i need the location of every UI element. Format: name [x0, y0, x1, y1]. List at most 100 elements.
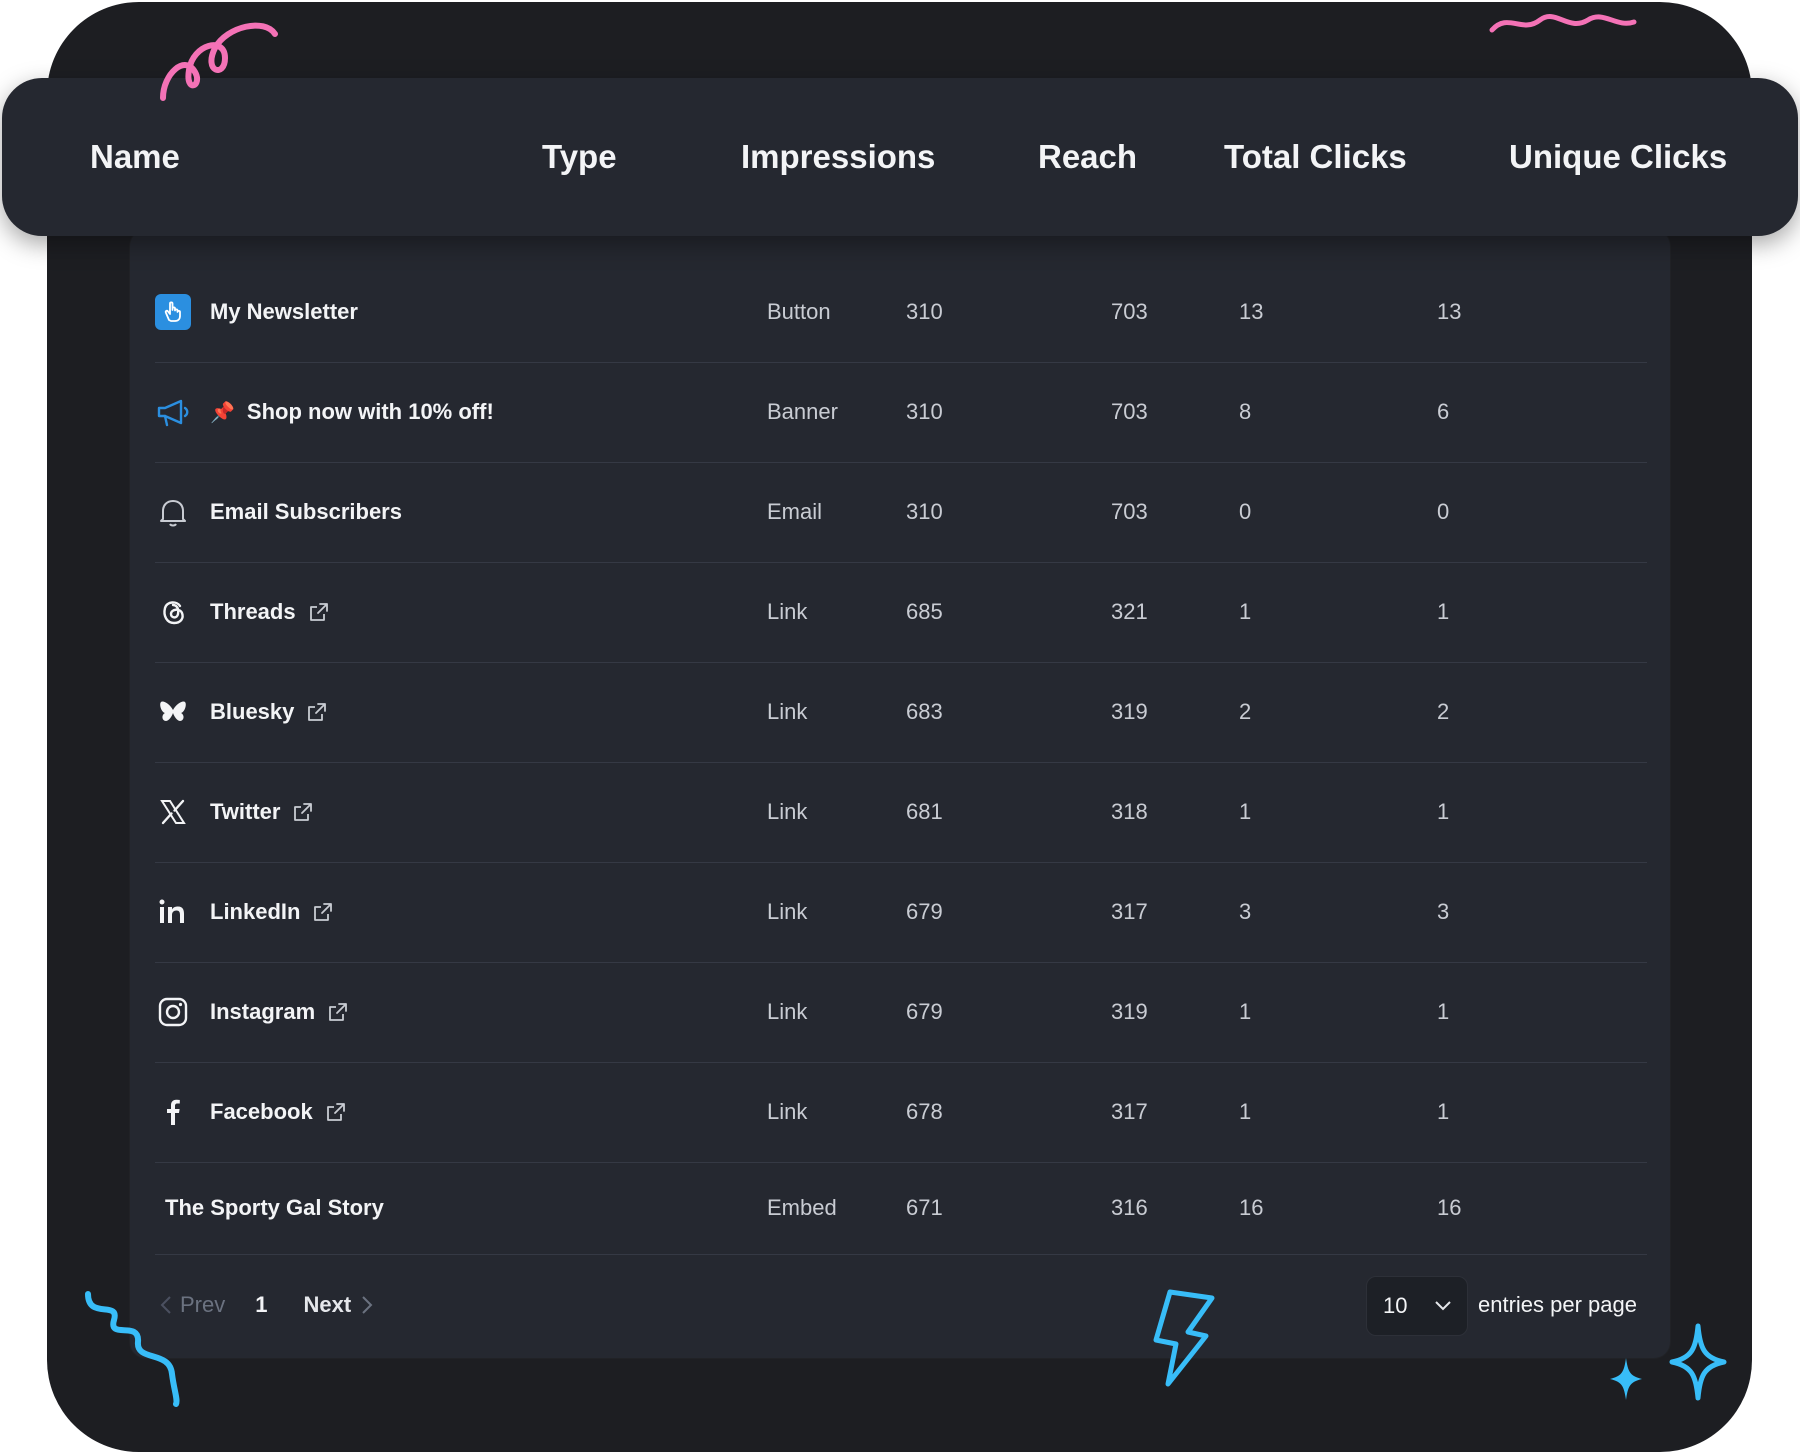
table-row[interactable]: LinkedIn Link 679 317 3 3 — [155, 862, 1647, 963]
row-unique-clicks: 2 — [1437, 699, 1450, 724]
row-total-clicks: 16 — [1239, 1195, 1264, 1220]
pink-wave-decoration — [1489, 14, 1637, 33]
row-impressions: 681 — [906, 799, 943, 824]
row-type: Email — [767, 499, 823, 524]
row-unique-clicks: 16 — [1437, 1195, 1462, 1220]
row-name[interactable]: Email Subscribers — [210, 499, 402, 525]
row-total-clicks: 1 — [1239, 1099, 1252, 1124]
row-name[interactable]: LinkedIn — [210, 899, 300, 925]
row-unique-clicks: 1 — [1437, 599, 1450, 624]
table-row[interactable]: Email Subscribers Email 310 703 0 0 — [155, 462, 1647, 563]
row-type: Link — [767, 799, 808, 824]
pink-squiggle-decoration — [160, 22, 278, 101]
external-link-icon[interactable] — [308, 601, 330, 623]
row-reach: 316 — [1111, 1195, 1148, 1220]
row-impressions: 683 — [906, 699, 943, 724]
row-reach: 703 — [1111, 499, 1148, 524]
row-type: Link — [767, 999, 808, 1024]
row-total-clicks: 1 — [1239, 799, 1252, 824]
row-reach: 703 — [1111, 299, 1148, 324]
table-row[interactable]: Threads Link 685 321 1 1 — [155, 562, 1647, 663]
entries-per-page-select[interactable]: 10 — [1366, 1276, 1468, 1336]
pagination: Prev 1 Next — [160, 1280, 373, 1330]
row-type: Embed — [767, 1195, 837, 1220]
entries-per-page-value: 10 — [1383, 1293, 1408, 1318]
chevron-right-icon — [362, 1296, 373, 1314]
row-total-clicks: 2 — [1239, 699, 1252, 724]
row-impressions: 310 — [906, 299, 943, 324]
external-link-icon[interactable] — [312, 901, 334, 923]
row-total-clicks: 3 — [1239, 899, 1252, 924]
row-reach: 317 — [1111, 899, 1148, 924]
row-name[interactable]: Instagram — [210, 999, 315, 1025]
column-header-type[interactable]: Type — [542, 78, 617, 236]
threads-icon — [155, 594, 191, 630]
row-name[interactable]: Shop now with 10% off! — [247, 399, 494, 425]
row-impressions: 678 — [906, 1099, 943, 1124]
row-total-clicks: 1 — [1239, 599, 1252, 624]
row-type: Link — [767, 1099, 808, 1124]
row-type: Button — [767, 299, 831, 324]
row-name[interactable]: Threads — [210, 599, 296, 625]
external-link-icon[interactable] — [292, 801, 314, 823]
row-name[interactable]: Facebook — [210, 1099, 313, 1125]
next-page-label: Next — [303, 1292, 352, 1317]
row-unique-clicks: 0 — [1437, 499, 1450, 524]
facebook-icon — [155, 1094, 191, 1130]
table-row[interactable]: Twitter Link 681 318 1 1 — [155, 762, 1647, 863]
row-total-clicks: 13 — [1239, 299, 1264, 324]
linkedin-icon — [155, 894, 191, 930]
row-name[interactable]: The Sporty Gal Story — [165, 1162, 384, 1254]
row-name[interactable]: My Newsletter — [210, 299, 358, 325]
external-link-icon[interactable] — [327, 1001, 349, 1023]
row-total-clicks: 1 — [1239, 999, 1252, 1024]
row-reach: 321 — [1111, 599, 1148, 624]
table-row[interactable]: Instagram Link 679 319 1 1 — [155, 962, 1647, 1063]
table-row[interactable]: Bluesky Link 683 319 2 2 — [155, 662, 1647, 763]
row-total-clicks: 0 — [1239, 499, 1252, 524]
table-row[interactable]: Facebook Link 678 317 1 1 — [155, 1062, 1647, 1163]
cyan-swirl-decoration — [85, 1291, 180, 1407]
row-impressions: 310 — [906, 399, 943, 424]
row-impressions: 310 — [906, 499, 943, 524]
column-header-unique-clicks[interactable]: Unique Clicks — [1509, 78, 1727, 236]
column-header-reach[interactable]: Reach — [1038, 78, 1137, 236]
row-reach: 703 — [1111, 399, 1148, 424]
table-row[interactable]: 📌 Shop now with 10% off! Banner 310 703 8 6 — [155, 362, 1647, 463]
row-unique-clicks: 13 — [1437, 299, 1462, 324]
row-impressions: 679 — [906, 899, 943, 924]
instagram-icon — [155, 994, 191, 1030]
bluesky-icon — [155, 694, 191, 730]
table-row[interactable]: The Sporty Gal Story Embed 671 316 16 16 — [155, 1162, 1647, 1255]
row-type: Link — [767, 699, 808, 724]
row-type: Banner — [767, 399, 838, 424]
row-unique-clicks: 1 — [1437, 799, 1450, 824]
megaphone-icon — [155, 394, 191, 430]
row-type: Link — [767, 899, 808, 924]
row-unique-clicks: 1 — [1437, 1099, 1450, 1124]
row-name[interactable]: Bluesky — [210, 699, 294, 725]
page-number-current[interactable]: 1 — [255, 1292, 267, 1318]
external-link-icon[interactable] — [306, 701, 328, 723]
lightning-bolt-decoration — [1153, 1289, 1215, 1387]
row-reach: 319 — [1111, 999, 1148, 1024]
row-unique-clicks: 1 — [1437, 999, 1450, 1024]
pointer-hand-icon — [155, 294, 191, 330]
column-header-impressions[interactable]: Impressions — [741, 78, 935, 236]
column-header-total-clicks[interactable]: Total Clicks — [1224, 78, 1407, 236]
external-link-icon[interactable] — [325, 1101, 347, 1123]
row-impressions: 685 — [906, 599, 943, 624]
row-reach: 319 — [1111, 699, 1148, 724]
pushpin-icon: 📌 — [210, 401, 235, 424]
entries-per-page-label: entries per page — [1478, 1292, 1637, 1317]
next-page-button[interactable]: Next — [304, 1292, 374, 1318]
small-sparkle-decoration — [1610, 1358, 1642, 1400]
chevron-down-icon — [1435, 1301, 1451, 1311]
row-reach: 318 — [1111, 799, 1148, 824]
row-type: Link — [767, 599, 808, 624]
row-impressions: 679 — [906, 999, 943, 1024]
table-row[interactable]: My Newsletter Button 310 703 13 13 — [155, 262, 1647, 363]
row-reach: 317 — [1111, 1099, 1148, 1124]
row-name[interactable]: Twitter — [210, 799, 280, 825]
row-impressions: 671 — [906, 1195, 943, 1220]
